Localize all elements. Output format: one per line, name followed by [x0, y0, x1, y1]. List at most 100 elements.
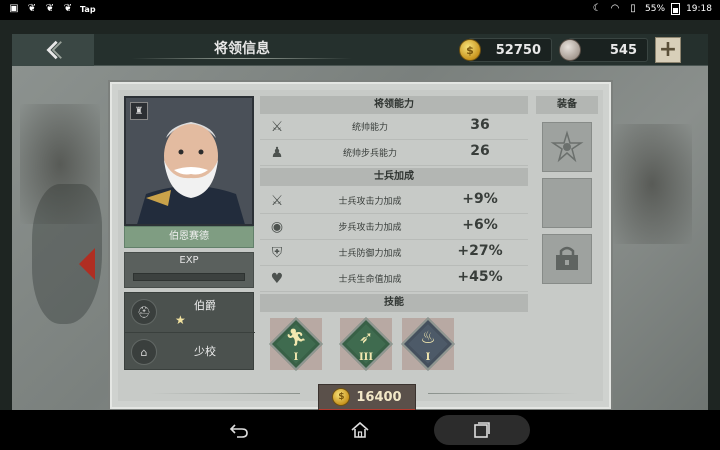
nav-home-button[interactable]	[347, 418, 373, 442]
military-rank-row: ⌂ 少校	[125, 332, 255, 370]
skill-level: III	[358, 352, 374, 363]
chest-lock-icon	[556, 246, 578, 270]
gold-counter: $ 52750	[459, 38, 552, 62]
general-name: 伯恩赛德	[124, 226, 254, 248]
title-underline	[132, 58, 352, 59]
bonus-row: ⛨ 士兵防御力加成 +27%	[260, 240, 528, 266]
bonus-value: +9%	[462, 191, 498, 207]
medal-value: 545	[609, 42, 637, 58]
app-tag: Tap	[80, 4, 96, 14]
general-portrait: ♜	[124, 96, 254, 226]
battery-icon	[671, 3, 681, 15]
nobility-title: 伯爵	[194, 299, 216, 312]
wifi-icon: ◠	[610, 3, 620, 14]
status-left: ▣ ❦ ❦ ❦ Tap	[8, 3, 96, 15]
price-divider-left	[150, 393, 300, 394]
health-heart-icon: ♥	[270, 271, 284, 287]
stat-label: 统帅能力	[351, 123, 388, 133]
skill-level: I	[293, 352, 299, 363]
medal-star-icon	[550, 130, 584, 163]
bonus-row: ⚔ 士兵攻击力加成 +9%	[260, 188, 528, 214]
moon-icon: ☾	[592, 3, 602, 14]
map-direction-arrow	[79, 248, 95, 280]
bonus-label: 士兵生命值加成	[338, 275, 402, 285]
navigation-bar	[0, 410, 720, 450]
status-bar: ▣ ❦ ❦ ❦ Tap ☾ ◠ ▯ 55% 19:18	[0, 0, 720, 20]
back-icon	[229, 424, 248, 438]
image-icon: ▣	[9, 3, 19, 14]
bonus-row: ♥ 士兵生命值加成 +45%	[260, 266, 528, 292]
price-divider-right	[428, 393, 578, 394]
squirrel-icon: ❦	[45, 3, 55, 14]
price-button[interactable]: $ 16400	[318, 384, 416, 410]
stat-value: 26	[470, 143, 490, 159]
add-currency-button[interactable]: +	[655, 37, 681, 63]
medal-icon	[559, 39, 581, 61]
equip-slot-medal[interactable]	[542, 122, 592, 172]
nav-back-button[interactable]	[226, 418, 252, 442]
equipment-header: 装备	[536, 96, 598, 114]
back-arrow-icon	[46, 40, 62, 60]
skill-slot-2[interactable]: ➶ III	[338, 316, 394, 372]
status-right: ☾ ◠ ▯ 55% 19:18	[591, 3, 712, 15]
bonus-value: +27%	[457, 243, 503, 259]
stat-label: 统帅步兵能力	[342, 149, 397, 159]
stat-row: ♟ 统帅步兵能力 26	[260, 140, 528, 166]
nobility-rank-row: ⛑ 伯爵 ★	[125, 293, 255, 331]
bonus-value: +6%	[462, 217, 498, 233]
general-info-dialog: ♜ 伯恩赛德 EXP ⛑ 伯爵 ★ ⌂ 少校 将领能力 ⚔ 统帅能力 36 ♟ …	[110, 82, 611, 410]
battery-percent: 55%	[645, 4, 666, 14]
skill-slot-3[interactable]: ♨ I	[400, 316, 456, 372]
military-rank: 少校	[194, 345, 216, 358]
laurel-helmet-icon: ⛑	[131, 299, 157, 325]
exp-panel: EXP	[124, 252, 254, 288]
gold-coin-icon: $	[332, 388, 351, 406]
nav-recents-button[interactable]	[469, 418, 495, 442]
exp-progress-bar	[133, 273, 245, 281]
squirrel-icon: ❦	[27, 3, 37, 14]
bonus-row: ◉ 步兵攻击力加成 +6%	[260, 214, 528, 240]
crossed-swords-icon: ⚔	[270, 119, 284, 135]
game-scene: 将领信息 $ 52750 545 + ♜ 伯恩赛德 EXP ⛑ 伯爵 ★ ⌂ 少…	[0, 20, 720, 410]
clock: 19:18	[686, 4, 712, 14]
prone-soldier-icon: ➶	[358, 328, 374, 348]
stat-value: 36	[470, 117, 490, 133]
gold-coin-icon: $	[459, 39, 481, 61]
bonus-label: 士兵攻击力加成	[338, 197, 402, 207]
no-sim-icon: ▯	[630, 3, 636, 14]
chevron-rank-icon: ⌂	[131, 339, 157, 365]
skills-row: 🏃︎ I ➶ III ♨ I	[260, 316, 528, 390]
defense-shield-icon: ⛨	[271, 245, 283, 261]
infantry-soldier-icon: ♟	[270, 145, 284, 161]
attack-plus-icon: ⚔	[270, 193, 284, 209]
stat-row: ⚔ 统帅能力 36	[260, 114, 528, 140]
medal-counter: 545	[559, 38, 648, 62]
abilities-header: 将领能力	[260, 96, 528, 114]
skill-slot-1[interactable]: 🏃︎ I	[268, 316, 324, 372]
plus-icon: +	[658, 37, 678, 62]
soldier-bonus-header: 士兵加成	[260, 168, 528, 186]
price-value: 16400	[356, 389, 402, 405]
bonus-label: 士兵防御力加成	[338, 249, 402, 259]
equip-slot-chest[interactable]	[542, 234, 592, 284]
gold-value: 52750	[495, 42, 541, 58]
back-button[interactable]	[12, 34, 94, 66]
recents-icon	[474, 422, 490, 438]
equip-slot-empty[interactable]	[542, 178, 592, 228]
soldier-illustration-left	[20, 104, 100, 224]
skill-level: I	[425, 352, 431, 363]
infantry-attack-plus-icon: ◉	[270, 219, 284, 235]
rank-panel: ⛑ 伯爵 ★ ⌂ 少校	[124, 292, 255, 370]
dialog-body: ♜ 伯恩赛德 EXP ⛑ 伯爵 ★ ⌂ 少校 将领能力 ⚔ 统帅能力 36 ♟ …	[118, 90, 603, 410]
page-title: 将领信息	[214, 41, 270, 57]
portrait-badge-icon: ♜	[130, 102, 148, 120]
skills-header: 技能	[260, 294, 528, 312]
bonus-label: 步兵攻击力加成	[338, 223, 402, 233]
squirrel-icon: ❦	[63, 3, 73, 14]
fire-icon: ♨	[420, 328, 436, 348]
soldier-illustration-right	[612, 124, 692, 244]
rank-star-icon: ★	[175, 313, 186, 327]
running-soldier-icon: 🏃︎	[285, 328, 307, 348]
top-bar: 将领信息 $ 52750 545 +	[12, 34, 708, 66]
bonus-value: +45%	[457, 269, 503, 285]
